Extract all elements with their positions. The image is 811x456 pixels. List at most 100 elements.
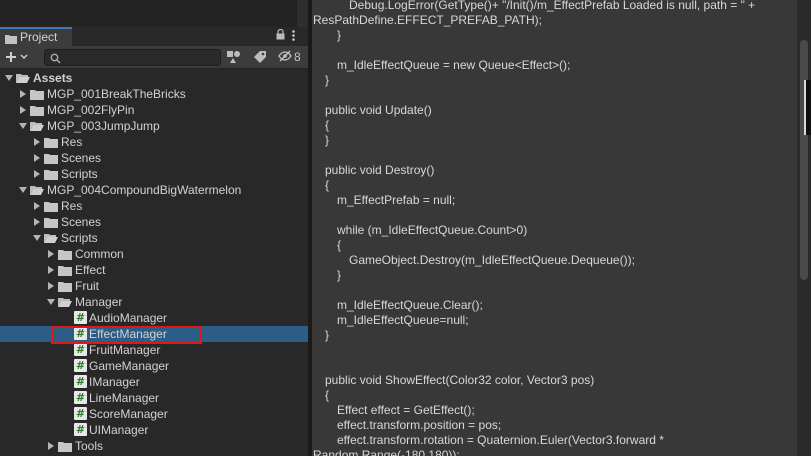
chevron-right-icon[interactable] [20,90,26,98]
code-line: public void Destroy() [325,163,435,177]
tree-item-label: AudioManager [89,311,168,325]
code-line: effect.transform.rotation = Quaternion.E… [337,433,664,447]
tree-item-label: MGP_002FlyPin [47,103,135,117]
folder-item[interactable]: Scenes [0,150,308,166]
chevron-down-icon[interactable] [19,187,27,193]
folder-item[interactable]: Res [0,134,308,150]
chevron-right-icon[interactable] [34,202,40,210]
folder-item[interactable]: Scenes [0,214,308,230]
csharp-script-icon: # [74,423,87,436]
code-line: public void ShowEffect(Color32 color, Ve… [325,373,595,387]
kebab-menu-icon[interactable] [292,30,295,44]
folder-item[interactable]: Scripts [0,230,308,246]
folder-item[interactable]: MGP_003JumpJump [0,118,308,134]
csharp-script-icon: # [74,375,87,388]
code-line: effect.transform.position = pos; [337,418,502,432]
csharp-script-icon: # [74,343,87,356]
code-line: { [337,238,342,252]
script-item[interactable]: # GameManager [0,358,308,374]
folder-item[interactable]: Effect [0,262,308,278]
code-line: { [325,388,330,402]
folder-item[interactable]: MGP_004CompoundBigWatermelon [0,182,308,198]
code-line: } [325,328,330,342]
script-item[interactable]: # AudioManager [0,310,308,326]
tree-item-label: UIManager [89,423,149,437]
code-line: m_EffectPrefab = null; [337,193,456,207]
script-item[interactable]: # EffectManager [0,326,308,342]
code-line: m_IdleEffectQueue = new Queue<Effect>(); [337,58,571,72]
chevron-down-icon[interactable] [47,299,55,305]
tab-project[interactable]: Project [0,27,72,46]
folder-item[interactable]: MGP_001BreakTheBricks [0,86,308,102]
chevron-right-icon[interactable] [34,170,40,178]
chevron-right-icon[interactable] [20,106,26,114]
chevron-right-icon[interactable] [34,218,40,226]
project-tab-bar: Project [0,27,308,47]
script-item[interactable]: # IManager [0,374,308,390]
create-button[interactable] [5,49,31,65]
hidden-packages-toggle[interactable]: 8 [278,49,306,65]
chevron-down-icon[interactable] [5,75,13,81]
tab-project-label: Project [20,30,58,44]
folder-item[interactable]: Scripts [0,166,308,182]
hidden-count: 8 [294,50,301,64]
chevron-right-icon[interactable] [48,282,54,290]
code-line: while (m_IdleEffectQueue.Count>0) [337,223,528,237]
tree-item-label: MGP_001BreakTheBricks [47,87,186,101]
folder-item[interactable]: Res [0,198,308,214]
code-line: public void Update() [325,103,432,117]
search-by-label-button[interactable] [252,49,268,65]
code-editor[interactable]: Debug.LogError(GetType()+ "/Init()/m_Eff… [312,0,797,456]
script-item[interactable]: # FruitManager [0,342,308,358]
code-line: } [325,73,330,87]
code-line: m_IdleEffectQueue=null; [337,313,469,327]
tree-item-label: Effect [75,263,106,277]
tree-item-label: IManager [89,375,140,389]
tree-item-label: Scenes [61,151,102,165]
folder-item[interactable]: MGP_002FlyPin [0,102,308,118]
csharp-script-icon: # [74,359,87,372]
lock-icon[interactable] [276,28,285,43]
folder-item[interactable]: Common [0,246,308,262]
chevron-down-icon[interactable] [33,235,41,241]
folder-item[interactable]: Tools [0,438,308,454]
scroll-position-marker [804,80,811,135]
tree-item-label: Scripts [61,231,98,245]
script-item[interactable]: # UIManager [0,422,308,438]
tree-item-label: Res [61,135,83,149]
script-item[interactable]: # ScoreManager [0,406,308,422]
code-line: Effect effect = GetEffect(); [337,403,475,417]
folder-item[interactable]: Manager [0,294,308,310]
chevron-right-icon[interactable] [48,250,54,258]
folder-item[interactable]: Assets [0,70,308,86]
code-line: Random.Range(-180,180)); [313,448,460,456]
top-scrollbar[interactable] [297,0,308,27]
code-scrollbar[interactable] [797,0,811,456]
code-line: } [325,133,330,147]
chevron-right-icon[interactable] [48,266,54,274]
script-item[interactable]: # LineManager [0,390,308,406]
code-line: { [325,178,330,192]
chevron-right-icon[interactable] [34,138,40,146]
csharp-script-icon: # [74,327,87,340]
code-line: { [325,118,330,132]
chevron-right-icon[interactable] [48,442,54,450]
project-toolbar: 8 [0,46,308,69]
tree-item-label: Fruit [75,279,99,293]
tree-item-label: GameManager [89,359,170,373]
code-line: ResPathDefine.EFFECT_PREFAB_PATH); [313,13,542,27]
search-input[interactable] [44,49,221,66]
chevron-down-icon[interactable] [19,123,27,129]
folder-item[interactable]: Fruit [0,278,308,294]
tree-item-label: Res [61,199,83,213]
tree-item-label: EffectManager [89,327,167,341]
tree-item-label: MGP_003JumpJump [47,119,160,133]
search-by-type-button[interactable] [226,49,242,65]
csharp-script-icon: # [74,407,87,420]
code-line: } [337,268,342,282]
chevron-right-icon[interactable] [34,154,40,162]
tree-item-label: FruitManager [89,343,161,357]
scrollbar-thumb[interactable] [800,40,808,280]
tree-item-label: Scenes [61,215,102,229]
code-line: Debug.LogError(GetType()+ "/Init()/m_Eff… [349,0,756,12]
